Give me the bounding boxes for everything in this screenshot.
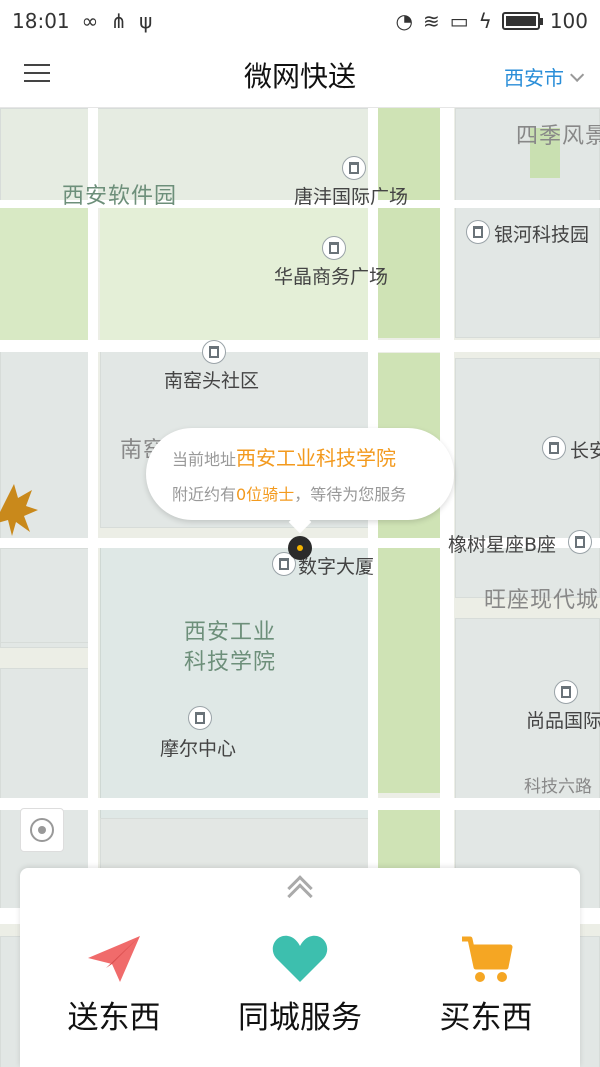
map-label: 长安 [570,440,600,462]
service-label: 同城服务 [238,1000,362,1036]
map-label: 西安工业 [184,620,277,645]
address-prefix: 当前地址 [172,450,237,469]
map-label: 尚品国际 [526,710,600,732]
location-pin-icon [288,536,312,560]
buy-service-button[interactable]: 买东西 [396,932,576,1037]
battery-level: 100 [549,9,588,33]
building-icon [568,530,592,554]
app-header: 微网快送 西安市 [0,42,600,108]
battery-icon [501,12,543,30]
building-icon [202,340,226,364]
paper-plane-icon [88,936,140,982]
building-icon [466,220,490,244]
wifi-icon: ≋ [422,9,440,33]
share-icon: ⋔ [110,9,128,33]
city-label: 西安市 [504,66,564,90]
map-label: 科技学院 [184,650,277,675]
usb-icon: ψ [139,9,153,33]
building-icon [322,236,346,260]
riders-count: 0位骑士 [236,485,295,504]
map-label: 旺座现代城 [484,588,600,613]
building-icon [188,706,212,730]
riders-prefix: 附近约有 [172,485,237,504]
status-bar: 18:01 ∞ ⋔ ψ ◔ ≋ ▭ ϟ 100 [0,0,600,42]
map-label: 四季风景 [516,124,600,149]
riders-suffix: ，等待为您服务 [294,485,407,504]
map-label: 西安软件园 [62,184,178,209]
map-label: 橡树星座B座 [448,534,557,556]
leaf-icon [0,484,38,536]
expand-panel-button[interactable] [270,868,330,909]
send-service-button[interactable]: 送东西 [24,932,204,1037]
map-label: 华晶商务广场 [274,266,389,288]
local-service-button[interactable]: 同城服务 [210,932,390,1037]
map-label: 唐沣国际广场 [294,186,409,208]
map-label: 银河科技园 [494,224,590,246]
current-address: 西安工业科技学院 [236,446,397,470]
cart-icon [462,936,513,982]
infinity-icon: ∞ [81,9,99,33]
map-label: 科技六路 [524,777,592,797]
heart-icon [272,935,328,982]
chevron-up-icon [287,873,313,909]
building-icon [542,436,566,460]
city-selector[interactable]: 西安市 [504,62,585,91]
clock: 18:01 [12,9,70,33]
map-label: 数字大厦 [298,556,375,578]
crosshair-icon [30,818,54,842]
charging-icon: ϟ [478,9,492,33]
locate-button[interactable] [20,808,64,852]
screen-icon: ▭ [449,9,469,33]
location-popup[interactable]: 当前地址西安工业科技学院 附近约有0位骑士，等待为您服务 [146,428,454,520]
building-icon [554,680,578,704]
building-icon [342,156,366,180]
service-label: 送东西 [67,1000,161,1036]
map-label: 摩尔中心 [160,738,237,760]
alarm-icon: ◔ [395,9,413,33]
map-label: 南窑头社区 [164,370,260,392]
service-label: 买东西 [439,1000,533,1036]
